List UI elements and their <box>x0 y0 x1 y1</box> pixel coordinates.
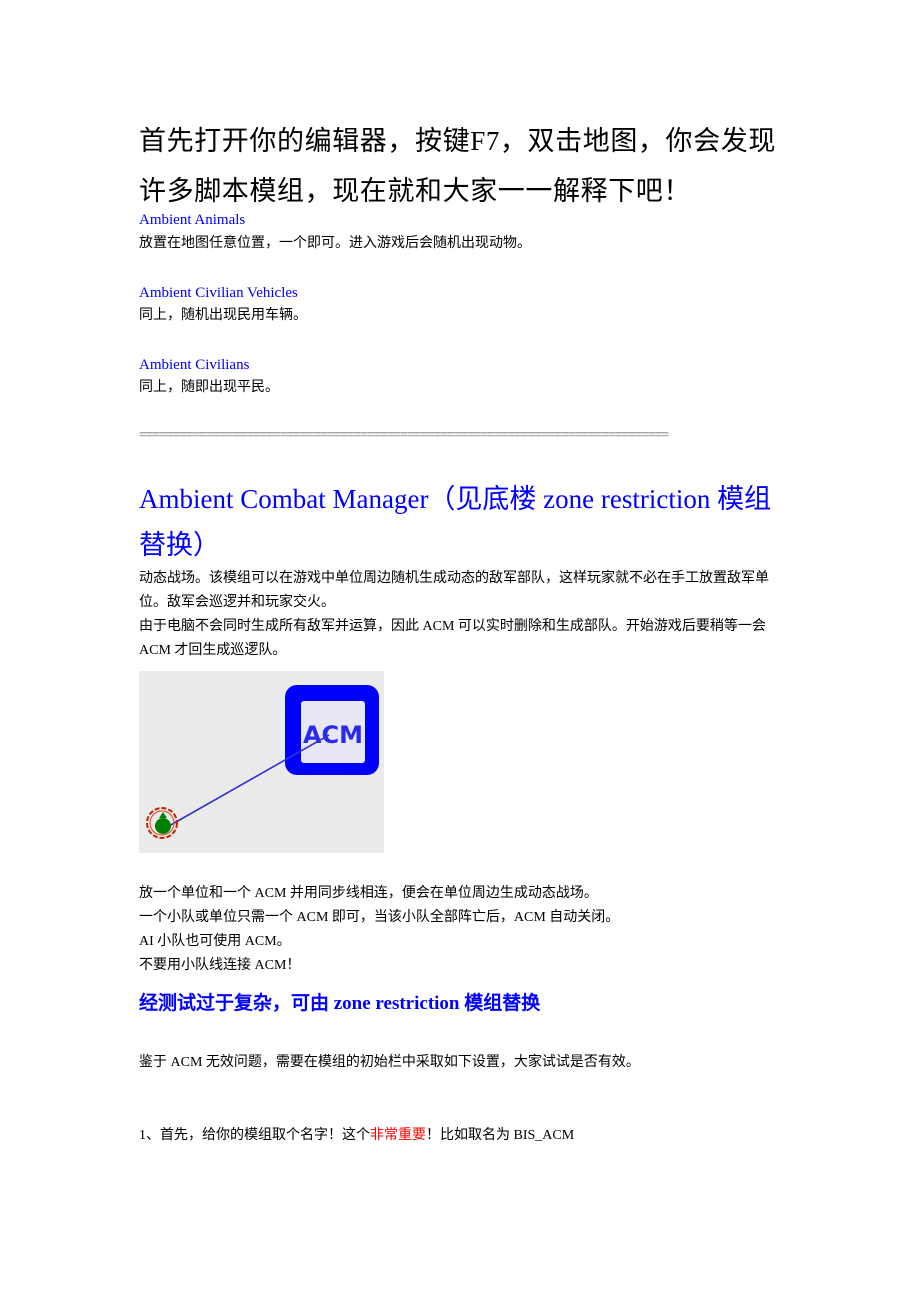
acm-note: 放一个单位和一个 ACM 并用同步线相连，便会在单位周边生成动态战场。 <box>139 886 598 901</box>
module-name-ambient-civilian-vehicles: Ambient Civilian Vehicles <box>139 285 298 301</box>
module-name-ambient-animals: Ambient Animals <box>139 212 246 228</box>
acm-figure-graphic: ACM <box>146 685 379 839</box>
acm-note: 不要用小队线连接 ACM！ <box>139 958 301 973</box>
acm-heading: Ambient Combat Manager（见底楼 zone restrict… <box>139 484 772 560</box>
unit-marker-icon <box>155 818 171 834</box>
acm-advice: 鉴于 ACM 无效问题，需要在模组的初始栏中采取如下设置，大家试试是否有效。 <box>139 1055 640 1070</box>
step-1-prefix: 1、首先，给你的模组取个名字！这个 <box>139 1128 370 1143</box>
acm-note: 一个小队或单位只需一个 ACM 即可，当该小队全部阵亡后，ACM 自动关闭。 <box>139 910 620 925</box>
module-desc-ambient-civilian-vehicles: 同上，随机出现民用车辆。 <box>139 308 307 323</box>
section-separator: ========================================… <box>139 428 669 443</box>
acm-paragraph: 由于电脑不会同时生成所有敌军并运算，因此 ACM 可以实时删除和生成部队。开始游… <box>139 619 766 658</box>
module-desc-ambient-animals: 放置在地图任意位置，一个即可。进入游戏后会随机出现动物。 <box>139 236 531 251</box>
step-1-suffix: ！比如取名为 BIS_ACM <box>426 1128 575 1143</box>
step-1: 1、首先，给你的模组取个名字！这个非常重要！比如取名为 BIS_ACM <box>139 1124 789 1148</box>
acm-paragraph: 动态战场。该模组可以在游戏中单位周边随机生成动态的敌军部队，这样玩家就不必在手工… <box>139 571 769 610</box>
step-1-emphasis: 非常重要 <box>370 1128 426 1143</box>
module-name-ambient-civilians: Ambient Civilians <box>139 357 250 373</box>
intro-title: 首先打开你的编辑器，按键F7，双击地图，你会发现许多脚本模组，现在就和大家一一解… <box>139 126 776 206</box>
unit-direction-icon <box>159 812 167 818</box>
module-desc-ambient-civilians: 同上，随即出现平民。 <box>139 380 279 395</box>
acm-note: AI 小队也可使用 ACM。 <box>139 934 291 949</box>
acm-editor-figure: ACM <box>139 671 384 853</box>
acm-replacement-note: 经测试过于复杂，可由 zone restriction 模组替换 <box>139 993 541 1014</box>
sync-line <box>168 734 330 827</box>
